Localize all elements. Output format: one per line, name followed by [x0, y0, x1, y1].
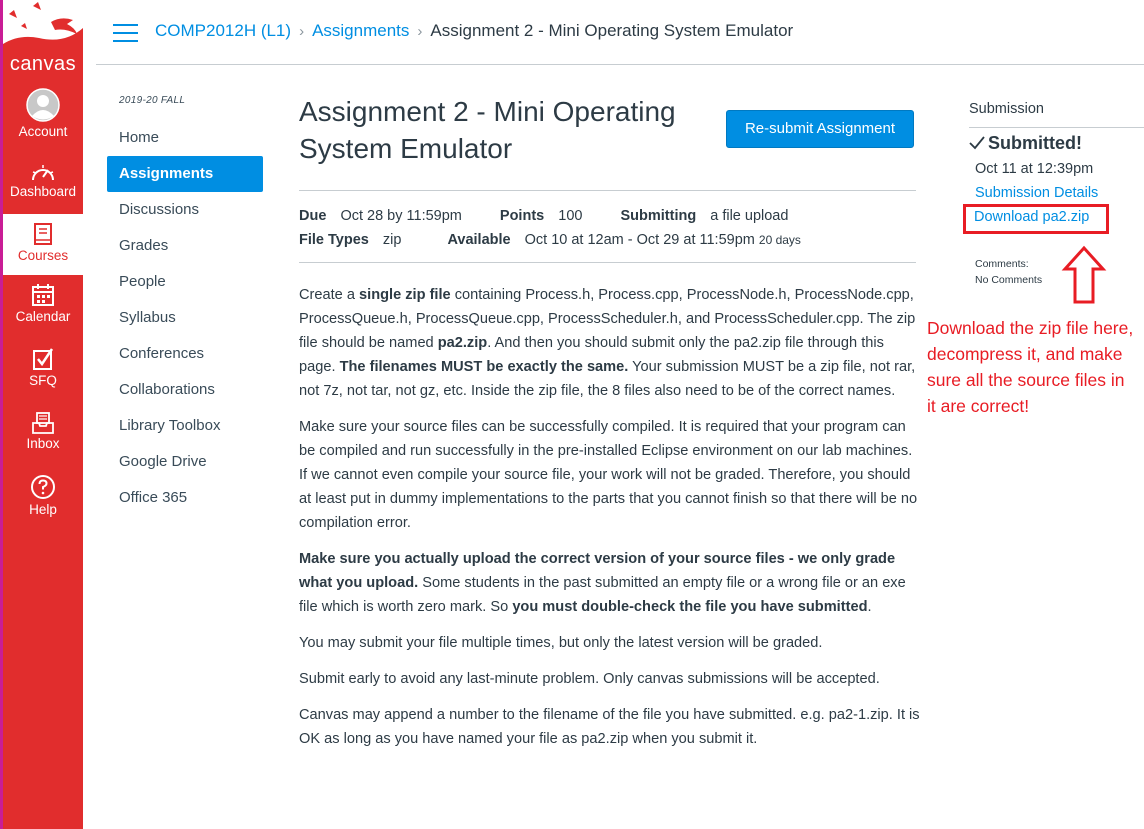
submitting-value: a file upload	[710, 208, 789, 224]
comments-value: No Comments	[975, 274, 1043, 286]
help-question-icon	[31, 475, 55, 499]
assignment-details: Due Oct 28 by 11:59pm Points 100 Submitt…	[299, 204, 919, 252]
breadcrumb-current: Assignment 2 - Mini Operating System Emu…	[430, 21, 794, 40]
download-file-link[interactable]: Download pa2.zip	[974, 209, 1089, 225]
breadcrumb-assignments-link[interactable]: Assignments	[312, 21, 409, 40]
available-value: Oct 10 at 12am - Oct 29 at 11:59pm	[524, 232, 755, 248]
avatar-icon	[26, 88, 60, 122]
courses-book-icon	[34, 223, 52, 245]
details-divider	[299, 262, 916, 263]
global-nav-dashboard[interactable]: Dashboard	[3, 162, 83, 214]
canvas-bird-icon	[3, 0, 83, 44]
course-nav: Home Assignments Discussions Grades Peop…	[107, 120, 263, 516]
points-label: Points	[499, 208, 545, 224]
sfq-checkbox-icon	[33, 348, 54, 370]
global-nav-sfq[interactable]: SFQ	[3, 347, 83, 397]
course-nav-home[interactable]: Home	[107, 120, 263, 156]
course-nav-conferences[interactable]: Conferences	[107, 336, 263, 372]
course-nav-office-365[interactable]: Office 365	[107, 480, 263, 516]
calendar-icon	[32, 284, 54, 306]
course-nav-discussions[interactable]: Discussions	[107, 192, 263, 228]
header-divider	[96, 64, 1144, 65]
course-nav-collaborations[interactable]: Collaborations	[107, 372, 263, 408]
due-value: Oct 28 by 11:59pm	[340, 208, 462, 224]
checkmark-icon	[969, 136, 985, 150]
submission-date: Oct 11 at 12:39pm	[975, 161, 1094, 177]
breadcrumb-course-link[interactable]: COMP2012H (L1)	[155, 21, 291, 40]
course-nav-google-drive[interactable]: Google Drive	[107, 444, 263, 480]
description-paragraph: Make sure you actually upload the correc…	[299, 551, 906, 615]
submission-status: Submitted!	[969, 133, 1082, 154]
submitting-label: Submitting	[620, 208, 697, 224]
hamburger-menu-icon[interactable]	[113, 24, 138, 42]
course-nav-library-toolbox[interactable]: Library Toolbox	[107, 408, 263, 444]
canvas-logo[interactable]: canvas	[3, 0, 83, 83]
description-paragraph: Create a single zip file containing Proc…	[299, 287, 916, 399]
breadcrumb-separator: ›	[299, 23, 305, 40]
annotation-text: Download the zip file here, decompress i…	[927, 318, 1134, 416]
course-nav-people[interactable]: People	[107, 264, 263, 300]
resubmit-assignment-button[interactable]: Re-submit Assignment	[726, 110, 914, 148]
breadcrumb-separator: ›	[417, 23, 423, 40]
submission-divider	[969, 127, 1144, 128]
available-label: Available	[447, 232, 511, 248]
inbox-tray-icon	[32, 412, 54, 434]
file-types-label: File Types	[299, 232, 369, 248]
global-nav-calendar[interactable]: Calendar	[3, 283, 83, 333]
breadcrumb: COMP2012H (L1) › Assignments › Assignment 2 …	[155, 21, 793, 41]
global-nav-courses[interactable]: Courses	[3, 214, 83, 275]
description-paragraph: Make sure your source files can be succe…	[299, 419, 918, 531]
course-term: 2019-20 FALL	[119, 95, 186, 106]
title-divider	[299, 190, 916, 191]
canvas-wordmark: canvas	[9, 53, 77, 75]
description-paragraph: You may submit your file multiple times,…	[299, 635, 823, 651]
submission-details-link[interactable]: Submission Details	[975, 185, 1098, 201]
available-days: 20 days	[758, 233, 801, 247]
annotation-up-arrow-icon	[1061, 245, 1107, 304]
comments-label: Comments:	[975, 258, 1029, 270]
submission-heading: Submission	[969, 101, 1044, 117]
assignment-description: Create a single zip file containing Proc…	[299, 283, 921, 763]
global-nav-help[interactable]: Help	[3, 474, 83, 524]
global-nav-account[interactable]: Account	[3, 88, 83, 148]
description-paragraph: Canvas may append a number to the filena…	[299, 707, 920, 747]
global-nav: canvas Account Dashboard Courses Calenda…	[0, 0, 83, 829]
course-nav-grades[interactable]: Grades	[107, 228, 263, 264]
due-label: Due	[299, 208, 327, 224]
global-nav-inbox[interactable]: Inbox	[3, 412, 83, 462]
file-types-value: zip	[382, 232, 402, 248]
dashboard-gauge-icon	[32, 165, 54, 181]
assignment-title: Assignment 2 - Mini Operating System Emu…	[299, 96, 676, 164]
course-nav-assignments[interactable]: Assignments	[107, 156, 263, 192]
description-paragraph: Submit early to avoid any last-minute pr…	[299, 671, 880, 687]
points-value: 100	[558, 208, 583, 224]
course-nav-syllabus[interactable]: Syllabus	[107, 300, 263, 336]
